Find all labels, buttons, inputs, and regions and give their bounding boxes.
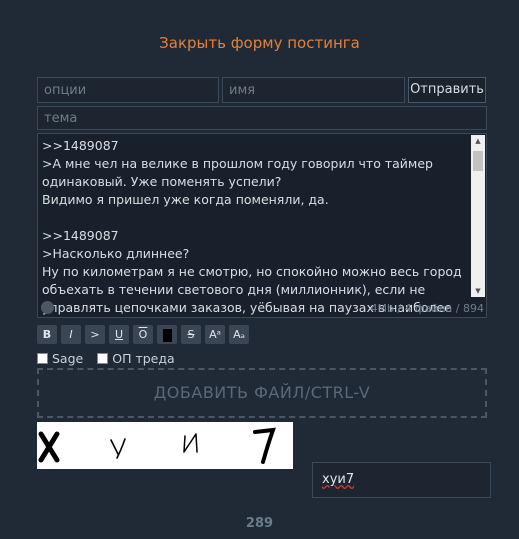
sage-label: Sage xyxy=(52,350,84,366)
captcha-image xyxy=(37,422,293,469)
scroll-down-icon[interactable]: ▼ xyxy=(471,285,485,297)
scroll-up-icon[interactable]: ▲ xyxy=(471,135,485,147)
options-input[interactable] xyxy=(37,77,219,103)
quote-button[interactable]: > xyxy=(85,325,105,344)
captcha-drawing xyxy=(38,427,276,464)
superscript-button[interactable]: Aᵃ xyxy=(205,325,225,344)
post-options: Sage ОП треда xyxy=(37,349,189,367)
op-checkbox-box[interactable] xyxy=(97,352,109,364)
spoiler-icon xyxy=(162,328,172,342)
op-label: ОП треда xyxy=(112,350,175,366)
message-textarea[interactable]: >>1489087 >А мне чел на велике в прошлом… xyxy=(37,133,487,318)
sage-checkbox-box[interactable] xyxy=(37,352,48,364)
upload-limit-counter: 4Mb / 4 файла / 894 xyxy=(370,302,484,315)
scroll-thumb[interactable] xyxy=(473,151,483,171)
underline-button[interactable]: U xyxy=(109,325,129,344)
message-text: >>1489087 >А мне чел на велике в прошлом… xyxy=(42,138,462,315)
logo-icon xyxy=(41,301,54,314)
markup-toolbar: B I > U O S Aᵃ Aₐ xyxy=(37,325,249,345)
send-button[interactable]: Отправить xyxy=(408,77,486,103)
message-scrollbar[interactable]: ▲ ▼ xyxy=(471,135,485,297)
op-checkbox[interactable]: ОП треда xyxy=(97,350,175,366)
subject-input[interactable] xyxy=(37,106,487,130)
name-input[interactable] xyxy=(222,77,405,103)
close-posting-form-link[interactable]: Закрыть форму постинга xyxy=(0,34,519,52)
sage-checkbox[interactable]: Sage xyxy=(37,351,83,366)
bold-button[interactable]: B xyxy=(37,325,57,344)
overline-button[interactable]: O xyxy=(133,325,153,344)
strike-button[interactable]: S xyxy=(181,325,201,344)
post-count: 289 xyxy=(245,516,274,531)
subscript-button[interactable]: Aₐ xyxy=(229,325,249,344)
add-file-dropzone[interactable]: ДОБАВИТЬ ФАЙЛ/CTRL-V xyxy=(37,368,487,418)
spoiler-button[interactable] xyxy=(157,325,177,344)
captcha-input-value: хуи7 xyxy=(322,472,355,487)
italic-button[interactable]: I xyxy=(61,325,81,344)
